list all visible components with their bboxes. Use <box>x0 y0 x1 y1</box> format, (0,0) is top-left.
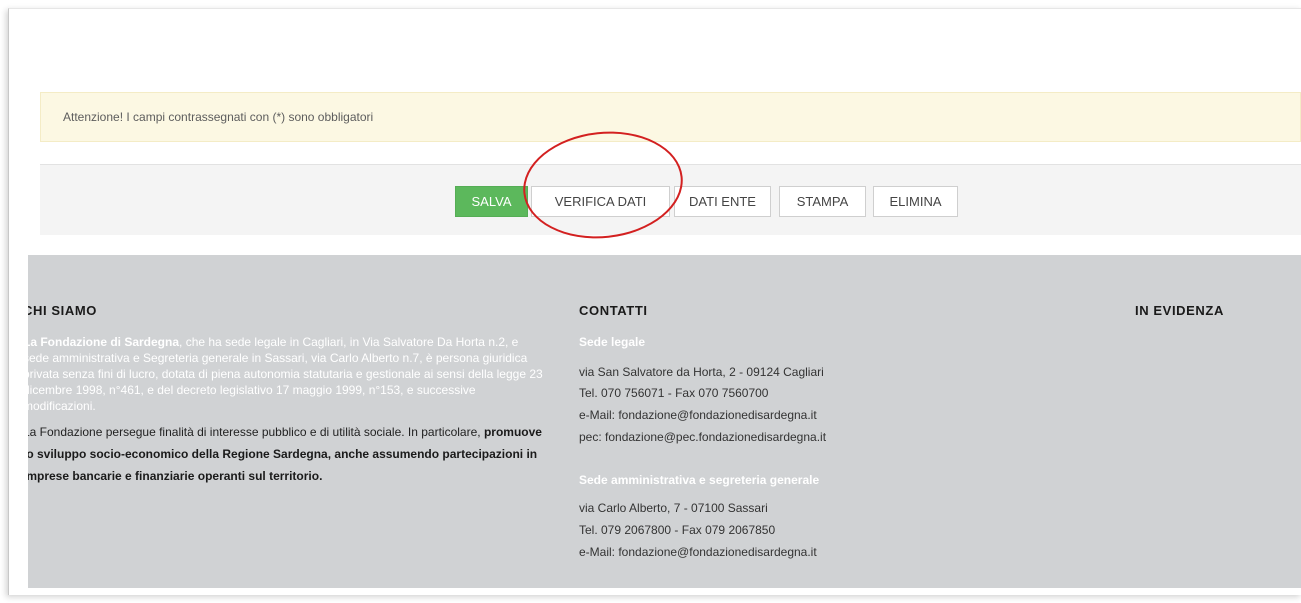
entity-data-button[interactable]: DATI ENTE <box>674 186 771 217</box>
required-fields-alert: Attenzione! I campi contrassegnati con (… <box>40 92 1301 142</box>
sede-legale-email-link[interactable]: e-Mail: fondazione@fondazionedisardegna.… <box>579 408 817 422</box>
action-toolbar: SALVA VERIFICA DATI DATI ENTE STAMPA ELI… <box>40 164 1301 235</box>
chi-siamo-heading: CHI SIAMO <box>28 303 98 318</box>
save-button[interactable]: SALVA <box>455 186 528 217</box>
sede-legale-phone: Tel. 070 756071 - Fax 070 7560700 <box>579 386 769 400</box>
print-button[interactable]: STAMPA <box>779 186 866 217</box>
sede-legale-address: via San Salvatore da Horta, 2 - 09124 Ca… <box>579 365 824 379</box>
site-footer: CHI SIAMO La Fondazione di Sardegna, che… <box>28 255 1301 588</box>
chi-siamo-mission-text: La Fondazione persegue finalità di inter… <box>28 425 484 439</box>
sede-amministrativa-address: via Carlo Alberto, 7 - 07100 Sassari <box>579 501 768 515</box>
chi-siamo-description: La Fondazione di Sardegna, che ha sede l… <box>28 334 543 414</box>
in-evidenza-heading: IN EVIDENZA <box>1135 303 1224 318</box>
sede-legale-pec-link[interactable]: pec: fondazione@pec.fondazionedisardegna… <box>579 430 826 444</box>
chi-siamo-description-bold: La Fondazione di Sardegna <box>28 335 180 349</box>
delete-button[interactable]: ELIMINA <box>873 186 958 217</box>
sede-amministrativa-email-link[interactable]: e-Mail: fondazione@fondazionedisardegna.… <box>579 545 817 559</box>
contatti-heading: CONTATTI <box>579 303 648 318</box>
alert-text: Attenzione! I campi contrassegnati con (… <box>63 110 374 124</box>
sede-amministrativa-heading: Sede amministrativa e segreteria general… <box>579 473 820 487</box>
sede-amministrativa-phone: Tel. 079 2067800 - Fax 079 2067850 <box>579 523 776 537</box>
chi-siamo-mission: La Fondazione persegue finalità di inter… <box>28 421 548 487</box>
sede-legale-heading: Sede legale <box>579 335 646 349</box>
verify-data-button[interactable]: VERIFICA DATI <box>531 186 670 217</box>
